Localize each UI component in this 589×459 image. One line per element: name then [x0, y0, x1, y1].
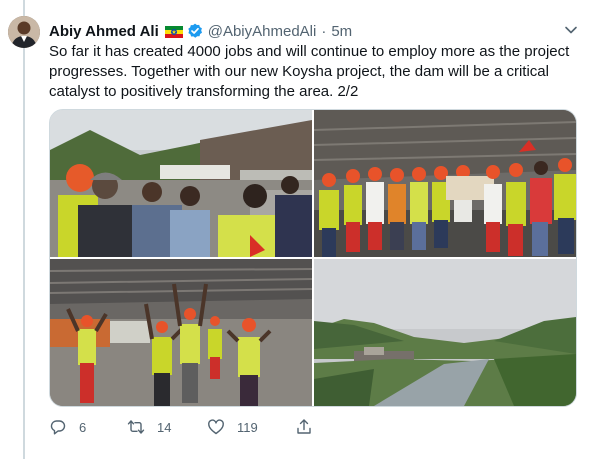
photo-1[interactable]	[50, 110, 312, 257]
reply-icon	[50, 420, 66, 435]
action-bar: 6 14 119	[49, 416, 349, 438]
author-handle[interactable]: @AbiyAhmedAli	[208, 23, 317, 40]
photo-2[interactable]	[314, 110, 576, 257]
heart-icon	[208, 419, 224, 435]
separator-dot: ·	[321, 22, 327, 40]
like-button[interactable]: 119	[207, 418, 295, 436]
media-grid	[49, 109, 577, 407]
chevron-down-icon[interactable]	[563, 22, 579, 38]
author-name[interactable]: Abiy Ahmed Ali	[49, 23, 159, 40]
share-icon	[297, 419, 311, 434]
like-count: 119	[237, 419, 258, 435]
share-button[interactable]	[295, 418, 313, 436]
retweet-count: 14	[157, 419, 172, 435]
avatar[interactable]	[8, 16, 40, 48]
ethiopia-flag-icon	[164, 25, 183, 38]
retweet-icon	[127, 420, 145, 434]
tweet-text: So far it has created 4000 jobs and will…	[49, 43, 570, 100]
verified-badge-icon	[187, 23, 203, 39]
thread-line	[23, 0, 25, 459]
photo-4[interactable]	[314, 259, 576, 406]
retweet-button[interactable]: 14	[127, 418, 207, 436]
reply-count: 6	[79, 419, 87, 435]
reply-button[interactable]: 6	[49, 418, 127, 436]
photo-3[interactable]	[50, 259, 312, 406]
timestamp[interactable]: 5m	[331, 23, 352, 40]
tweet-header: Abiy Ahmed Ali @AbiyAhmedAli · 5m	[49, 20, 575, 42]
